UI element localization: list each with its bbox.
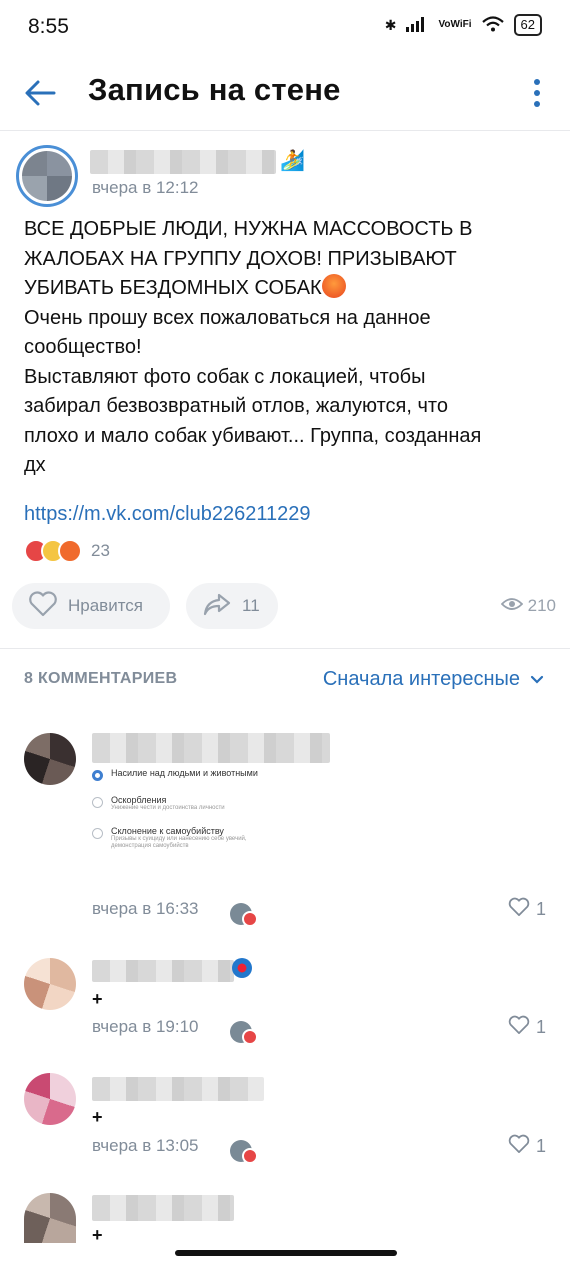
post-text-line: ВСЕ ДОБРЫЕ ЛЮДИ, НУЖНА МАССОВОСТЬ В xyxy=(24,218,473,240)
post-text-line: Выставляют фото собак с локацией, чтобы xyxy=(24,365,426,388)
reactions-count: 23 xyxy=(91,541,110,560)
bluetooth-icon: ✱ xyxy=(384,16,397,33)
comment-author-avatar[interactable] xyxy=(24,733,76,785)
post-text-line: дх xyxy=(24,454,46,476)
comments-count: 8 КОММЕНТАРИЕВ xyxy=(24,670,178,687)
liker-avatar[interactable] xyxy=(230,1140,258,1164)
screenshot-option-description: Унижение чести и достоинства личности xyxy=(111,805,225,811)
views-count: 210 xyxy=(527,596,556,615)
home-indicator[interactable] xyxy=(175,1250,397,1256)
comment-author-avatar[interactable] xyxy=(24,958,76,1010)
battery-indicator: 62 xyxy=(513,14,542,36)
radio-icon xyxy=(92,797,103,808)
post-divider xyxy=(0,648,570,649)
page-title: Запись на стене xyxy=(88,72,341,107)
like-button[interactable]: Нравится xyxy=(12,583,170,629)
share-button[interactable]: 11 xyxy=(186,583,278,629)
liker-avatar[interactable] xyxy=(230,1021,258,1045)
app-header: Запись на стене xyxy=(0,62,570,124)
comment-author-avatar[interactable] xyxy=(24,1193,76,1243)
chevron-down-icon xyxy=(530,668,544,691)
post-text-line: УБИВАТЬ БЕЗДОМНЫХ СОБАК xyxy=(24,274,554,304)
post-text-line: Очень прошу всех пожаловаться на данное xyxy=(24,306,431,329)
angry-reaction-icon xyxy=(58,539,82,563)
comment-time: вчера в 13:05 xyxy=(92,1136,199,1155)
comment-author-avatar[interactable] xyxy=(24,1073,76,1125)
more-options-icon[interactable] xyxy=(530,77,544,109)
eye-icon xyxy=(500,596,523,616)
like-label: Нравится xyxy=(68,596,144,615)
post-text-line: плохо и мало собак убивают... Группа, со… xyxy=(24,424,482,447)
post-time: вчера в 12:12 xyxy=(92,178,199,197)
comment-like-button[interactable]: 1 xyxy=(508,1134,546,1159)
heart-outline-icon xyxy=(508,1134,530,1159)
comment-like-count: 1 xyxy=(535,899,546,919)
comment-like-count: 1 xyxy=(535,1017,546,1037)
comment-time: вчера в 19:10 xyxy=(92,1017,199,1036)
badge-icon xyxy=(232,958,252,978)
radio-icon xyxy=(92,828,103,839)
reactions-summary[interactable]: 23 xyxy=(24,539,110,563)
liker-avatar[interactable] xyxy=(230,903,258,927)
signal-icon xyxy=(406,16,428,35)
status-bar: 8:55 ✱ VoWiFi 62 xyxy=(0,0,570,58)
comment-text: + xyxy=(92,1107,103,1127)
post-text-line: ЖАЛОБАХ НА ГРУППУ ДОХОВ! ПРИЗЫВАЮТ xyxy=(24,247,457,270)
header-divider xyxy=(0,130,570,131)
heart-outline-icon xyxy=(508,1015,530,1040)
comment-author-name-blurred[interactable] xyxy=(92,960,234,982)
comment-text: + xyxy=(92,1225,103,1245)
author-emoji-badge: 🏄 xyxy=(280,150,305,172)
wifi-icon xyxy=(481,15,504,35)
status-icons: ✱ VoWiFi 62 xyxy=(385,14,542,36)
status-time: 8:55 xyxy=(28,15,69,38)
radio-selected-icon xyxy=(92,770,103,781)
angry-face-emoji-icon xyxy=(321,274,346,298)
comment-like-count: 1 xyxy=(535,1136,546,1156)
comment-like-button[interactable]: 1 xyxy=(508,897,546,922)
screenshot-option-description: Призывы к суициду или нанесению себе уве… xyxy=(111,836,247,849)
screenshot-option-title: Оскорбления xyxy=(111,795,167,805)
vowifi-label: VoWiFi xyxy=(438,19,472,30)
post-link[interactable]: https://m.vk.com/club226211229 xyxy=(24,503,310,526)
sort-dropdown[interactable]: Сначала интересные xyxy=(323,668,544,691)
heart-outline-icon xyxy=(28,590,58,622)
comment-like-button[interactable]: 1 xyxy=(508,1015,546,1040)
comment-text: + xyxy=(92,989,103,1009)
author-avatar[interactable] xyxy=(16,145,78,207)
post-text: ВСЕ ДОБРЫЕ ЛЮДИ, НУЖНА МАССОВОСТЬ В ЖАЛО… xyxy=(24,215,554,481)
comment-author-name-blurred[interactable] xyxy=(92,733,330,763)
comment-author-name-blurred[interactable] xyxy=(92,1077,264,1101)
screenshot-option-title: Насилие над людьми и животными xyxy=(111,768,258,778)
comment-author-name-blurred[interactable] xyxy=(92,1195,234,1221)
screenshot-option-title: Склонение к самоубийству xyxy=(111,826,224,836)
post-text-line: забирал безвозвратный отлов, жалуются, ч… xyxy=(24,395,448,417)
post-text-line: сообщество! xyxy=(24,336,142,358)
share-count: 11 xyxy=(242,596,260,615)
comment-attached-screenshot[interactable]: Насилие над людьми и животными Оскорблен… xyxy=(92,768,272,878)
sort-label: Сначала интересные xyxy=(322,668,520,690)
comment-time: вчера в 16:33 xyxy=(92,899,199,918)
heart-outline-icon xyxy=(508,897,530,922)
views-counter: 210 xyxy=(500,596,556,616)
back-arrow-icon[interactable] xyxy=(22,76,58,110)
share-arrow-icon xyxy=(202,592,232,621)
author-name-blurred[interactable] xyxy=(90,150,276,174)
